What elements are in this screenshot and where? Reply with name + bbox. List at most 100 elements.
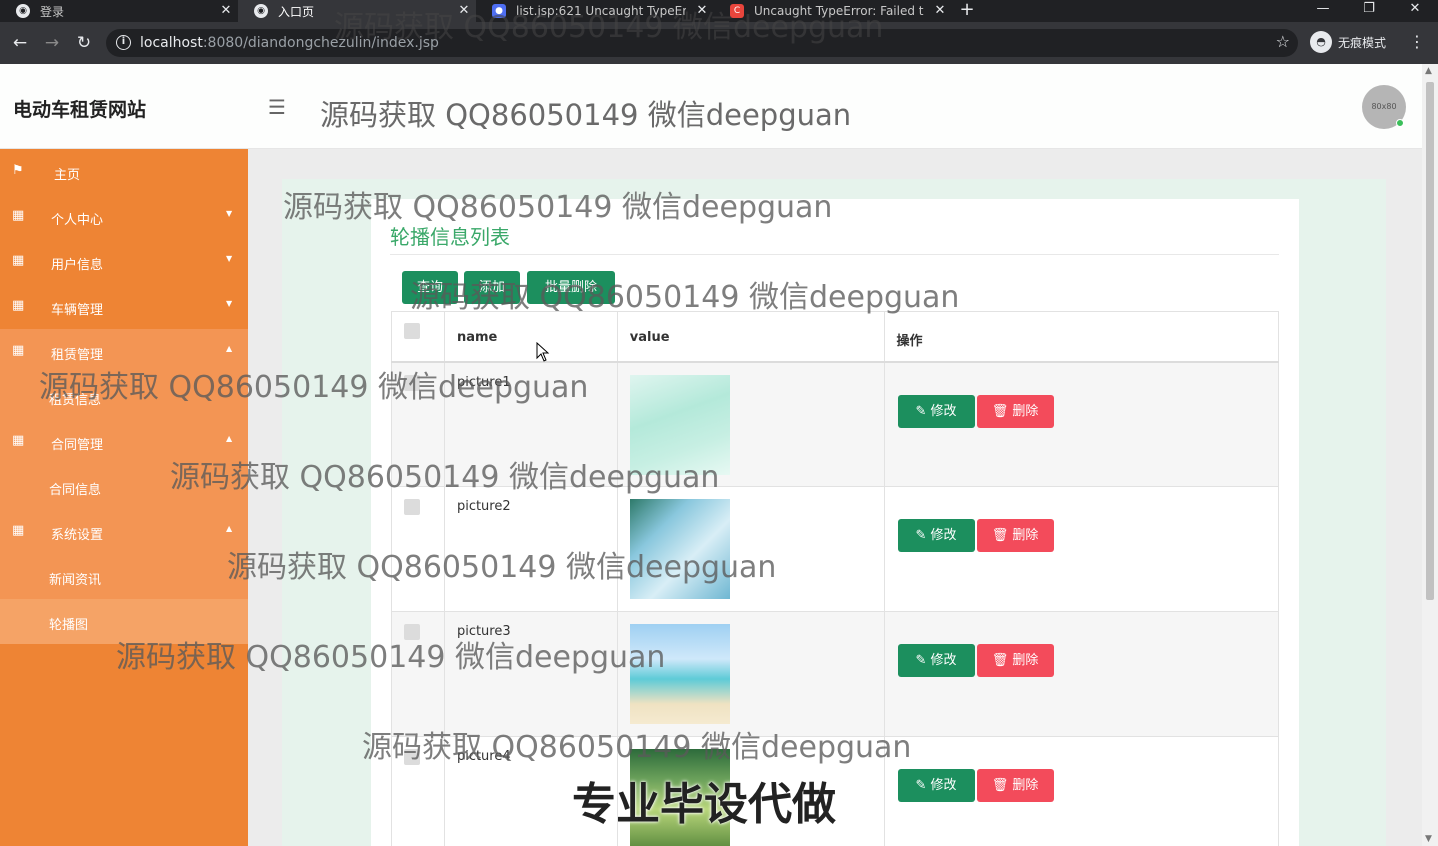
sidebar-item-user-info[interactable]: ▦ 用户信息 ▼ <box>0 239 248 284</box>
scroll-up-icon[interactable]: ▲ <box>1425 66 1432 76</box>
select-all-checkbox[interactable] <box>404 323 420 339</box>
scroll-down-icon[interactable]: ▼ <box>1425 834 1432 844</box>
reload-icon[interactable]: ↻ <box>74 33 94 53</box>
carousel-thumbnail <box>629 624 730 724</box>
batch-delete-button[interactable]: 批量删除 <box>527 271 615 304</box>
sidebar-subitem-contract-info[interactable]: 合同信息 <box>0 464 248 509</box>
browser-tab-entry[interactable]: ◉ 入口页 ✕ <box>238 0 476 22</box>
forward-icon[interactable]: → <box>42 33 62 53</box>
delete-button[interactable]: 🗑 删除 <box>976 769 1054 802</box>
edit-button[interactable]: ✎ 修改 <box>897 519 975 552</box>
sidebar-subitem-news[interactable]: 新闻资讯 <box>0 554 248 599</box>
restore-icon[interactable]: ❐ <box>1346 0 1392 22</box>
carousel-thumbnail <box>629 499 730 599</box>
close-icon[interactable]: ✕ <box>694 3 710 19</box>
tab-title: 登录 <box>40 4 65 19</box>
edit-button[interactable]: ✎ 修改 <box>897 394 975 428</box>
incognito-indicator[interactable]: ◓ 无痕模式 <box>1310 31 1386 53</box>
close-icon[interactable]: ✕ <box>932 3 948 19</box>
row-checkbox[interactable] <box>404 624 420 640</box>
search-button[interactable]: 查询 <box>402 271 458 304</box>
browser-tab-login[interactable]: ◉ 登录 ✕ <box>0 0 238 22</box>
grid-icon: ▦ <box>12 298 25 313</box>
flag-icon: ⚑ <box>12 163 24 178</box>
address-bar[interactable]: i localhost:8080/diandongchezulin/index.… <box>106 29 1298 57</box>
sidebar-item-contract-management[interactable]: ▦ 合同管理 ▲ <box>0 419 248 464</box>
watermark-big: 专业毕设代做 <box>572 779 836 830</box>
sidebar-subitem-rental-info[interactable]: 租赁信息 <box>0 374 248 419</box>
sidebar-item-personal-center[interactable]: ▦ 个人中心 ▼ <box>0 194 248 239</box>
delete-button[interactable]: 🗑 删除 <box>976 394 1054 428</box>
tab-title: Uncaught TypeError: Failed to <box>754 4 924 18</box>
back-icon[interactable]: ← <box>10 33 30 53</box>
minimize-icon[interactable]: — <box>1300 0 1346 22</box>
mouse-cursor-icon <box>536 342 550 362</box>
sidebar-subitem-label: 新闻资讯 <box>49 573 102 588</box>
sidebar-item-label: 主页 <box>54 168 81 183</box>
avatar-placeholder-text: 80x80 <box>1371 102 1397 111</box>
grid-icon: ▦ <box>12 208 25 223</box>
row-checkbox-cell <box>391 486 445 612</box>
edit-icon: ✎ <box>915 528 931 543</box>
page-scrollbar[interactable]: ▲ ▼ <box>1422 64 1438 846</box>
table-row: picture3 ✎ 修改 🗑 删除 <box>391 611 1280 737</box>
row-checkbox-cell <box>391 736 445 846</box>
delete-label: 删除 <box>1012 653 1039 668</box>
carousel-thumbnail <box>629 374 730 475</box>
site-brand: 电动车租赁网站 <box>13 99 147 121</box>
url-path: :8080/diandongchezulin/index.jsp <box>202 35 439 51</box>
new-tab-button[interactable]: + <box>952 0 982 22</box>
browser-tab-list-error[interactable]: ● list.jsp:621 Uncaught TypeError ✕ <box>476 0 714 22</box>
sidebar-item-vehicle-management[interactable]: ▦ 车辆管理 ▼ <box>0 284 248 329</box>
menu-toggle-icon[interactable]: ☰ <box>266 96 288 118</box>
close-icon[interactable]: ✕ <box>456 3 472 19</box>
incognito-icon: ◓ <box>1310 31 1332 53</box>
bookmark-star-icon[interactable]: ☆ <box>1276 32 1290 51</box>
column-header-actions: 操作 <box>883 311 1280 363</box>
grid-icon: ▦ <box>12 343 25 358</box>
sidebar-item-label: 车辆管理 <box>51 303 104 318</box>
value-cell <box>616 361 885 487</box>
sidebar-item-label: 用户信息 <box>51 258 104 273</box>
avatar[interactable]: 80x80 <box>1362 85 1406 129</box>
actions-cell: ✎ 修改 🗑 删除 <box>883 736 1280 846</box>
delete-label: 删除 <box>1012 403 1039 419</box>
page-title: 轮播信息列表 <box>390 225 510 249</box>
row-checkbox[interactable] <box>404 374 420 391</box>
caret-down-icon: ▼ <box>226 209 233 218</box>
browser-menu-icon[interactable]: ⋮ <box>1408 31 1426 53</box>
sidebar-subitem-label: 租赁信息 <box>49 393 102 408</box>
row-checkbox[interactable] <box>404 749 420 765</box>
row-checkbox[interactable] <box>404 499 420 515</box>
sidebar-item-rental-management[interactable]: ▦ 租赁管理 ▲ <box>0 329 248 374</box>
url-text[interactable]: localhost:8080/diandongchezulin/index.js… <box>140 35 439 51</box>
row-checkbox-cell <box>391 611 445 737</box>
edit-button[interactable]: ✎ 修改 <box>897 769 975 802</box>
sidebar-subitem-label: 轮播图 <box>49 618 89 633</box>
table-row: picture2 ✎ 修改 🗑 删除 <box>391 486 1280 612</box>
edit-button[interactable]: ✎ 修改 <box>897 644 975 677</box>
caret-down-icon: ▼ <box>226 299 233 308</box>
name-cell: picture3 <box>443 611 618 737</box>
paw-icon: ● <box>492 4 506 18</box>
close-icon[interactable]: ✕ <box>218 3 234 19</box>
window-close-icon[interactable]: ✕ <box>1392 0 1438 22</box>
url-host: localhost <box>140 35 203 51</box>
column-header-name: name <box>443 311 618 363</box>
actions-cell: ✎ 修改 🗑 删除 <box>883 611 1280 737</box>
info-icon[interactable]: i <box>116 35 131 50</box>
sidebar-subitem-carousel[interactable]: 轮播图 <box>0 599 248 644</box>
tab-title: list.jsp:621 Uncaught TypeError <box>516 4 686 18</box>
table-row: picture1 ✎ 修改 🗑 删除 <box>391 361 1280 487</box>
delete-button[interactable]: 🗑 删除 <box>976 519 1054 552</box>
add-button[interactable]: 添加 <box>464 271 520 304</box>
sidebar-item-home[interactable]: ⚑ 主页 <box>0 149 248 194</box>
sidebar-item-label: 系统设置 <box>51 528 104 543</box>
delete-button[interactable]: 🗑 删除 <box>976 644 1054 677</box>
select-all-cell <box>391 311 445 363</box>
table-header-row: name value 操作 <box>391 311 1280 363</box>
name-cell: picture2 <box>443 486 618 612</box>
sidebar-item-system-settings[interactable]: ▦ 系统设置 ▲ <box>0 509 248 554</box>
browser-tab-type-error[interactable]: C Uncaught TypeError: Failed to ✕ <box>714 0 952 22</box>
scrollbar-thumb[interactable] <box>1426 82 1434 600</box>
